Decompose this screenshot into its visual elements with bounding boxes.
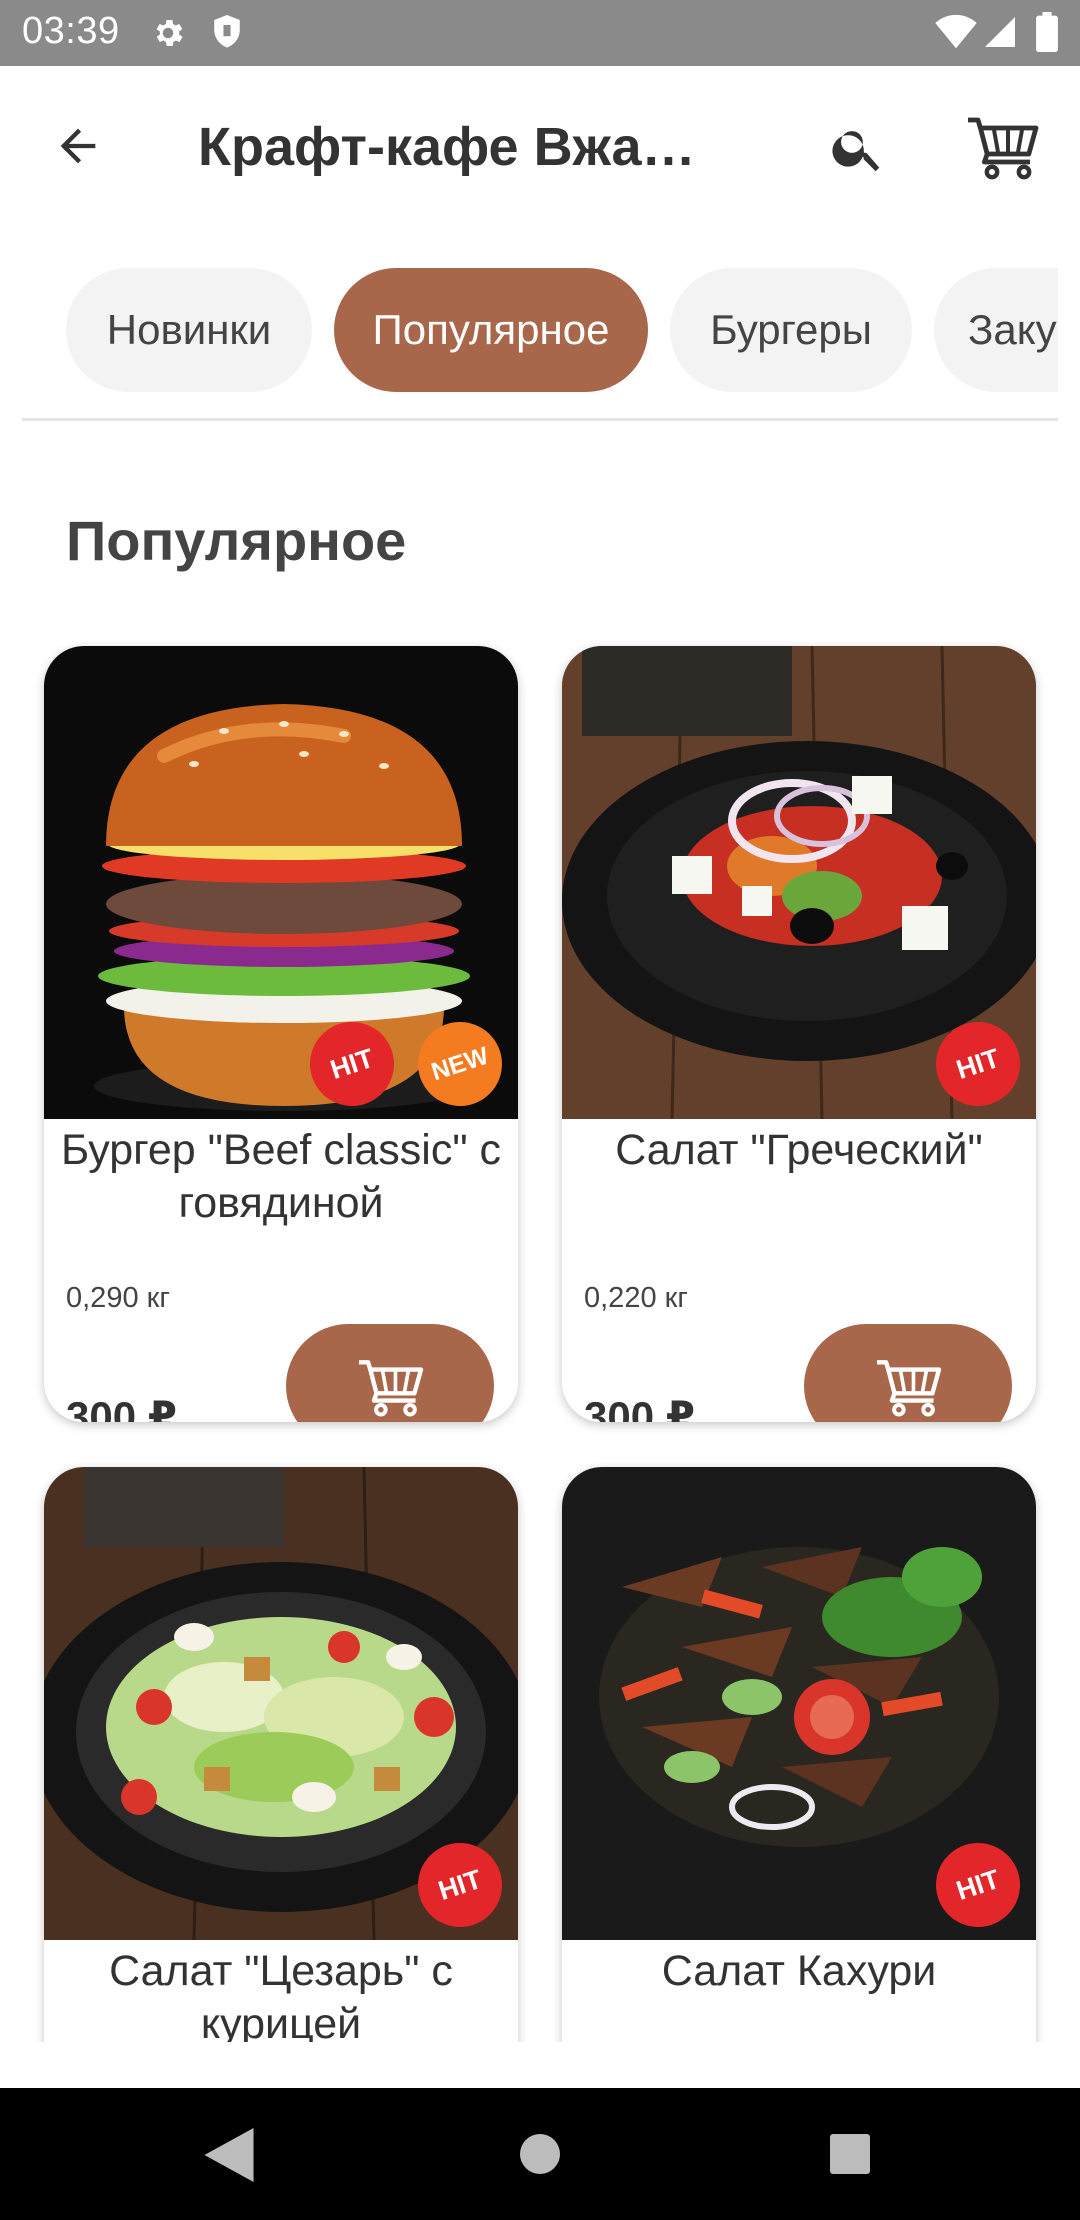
product-price: 300 ₽ — [66, 1393, 177, 1422]
product-price: 300 ₽ — [584, 1393, 695, 1422]
add-to-cart-button[interactable] — [286, 1324, 494, 1422]
wifi-icon — [935, 14, 977, 49]
divider — [22, 418, 1058, 421]
settings-gear-icon — [156, 19, 183, 47]
app-bar: Крафт-кафе Вжа… — [0, 66, 1080, 222]
product-weight: 0,220 кг — [584, 1282, 688, 1314]
cart-icon — [968, 117, 1039, 180]
product-name: Бургер "Beef classic" с говядиной — [60, 1126, 502, 1227]
product-grid: HIT NEW Бургер "Beef classic" с говядино… — [0, 600, 1080, 2042]
product-name: Салат Кахури — [661, 1947, 937, 1995]
category-chip-novinki[interactable]: Новинки — [66, 268, 312, 392]
category-tabs: Новинки Популярное Бургеры Заку — [22, 266, 1058, 396]
nav-recent-apps-icon[interactable] — [830, 2134, 870, 2174]
search-button[interactable] — [820, 110, 896, 186]
battery-icon — [1036, 12, 1058, 52]
cart-button[interactable] — [960, 104, 1044, 188]
product-card[interactable]: HIT Салат Кахури — [562, 1467, 1036, 2042]
product-card[interactable]: HIT NEW Бургер "Beef classic" с говядино… — [44, 646, 518, 1422]
cart-icon — [877, 1360, 942, 1417]
cart-icon — [359, 1360, 424, 1417]
signal-icon — [985, 17, 1015, 47]
search-icon — [832, 131, 880, 172]
product-card[interactable]: HIT Салат "Цезарь" с курицей — [44, 1467, 518, 2042]
system-nav-bar — [0, 2088, 1080, 2220]
arrow-left-icon — [60, 128, 96, 164]
category-chip-popular[interactable]: Популярное — [334, 268, 648, 392]
category-chip-zakuski[interactable]: Заку — [934, 268, 1058, 392]
product-name: Салат "Греческий" — [615, 1126, 983, 1174]
status-bar: 03:39 — [0, 0, 1080, 66]
nav-back-icon[interactable] — [204, 2128, 254, 2182]
category-chip-burgers[interactable]: Бургеры — [670, 268, 912, 392]
shield-icon — [214, 15, 240, 48]
add-to-cart-button[interactable] — [804, 1324, 1012, 1422]
status-time: 03:39 — [22, 10, 120, 52]
product-weight: 0,290 кг — [66, 1282, 170, 1314]
product-name: Салат "Цезарь" с курицей — [109, 1947, 453, 2042]
nav-home-icon[interactable] — [520, 2134, 560, 2174]
product-card[interactable]: HIT Салат "Греческий" 0,220 кг 300 ₽ — [562, 646, 1036, 1422]
section-title: Популярное — [66, 509, 407, 572]
back-button[interactable] — [42, 110, 114, 182]
page-title: Крафт-кафе Вжа… — [198, 117, 696, 177]
